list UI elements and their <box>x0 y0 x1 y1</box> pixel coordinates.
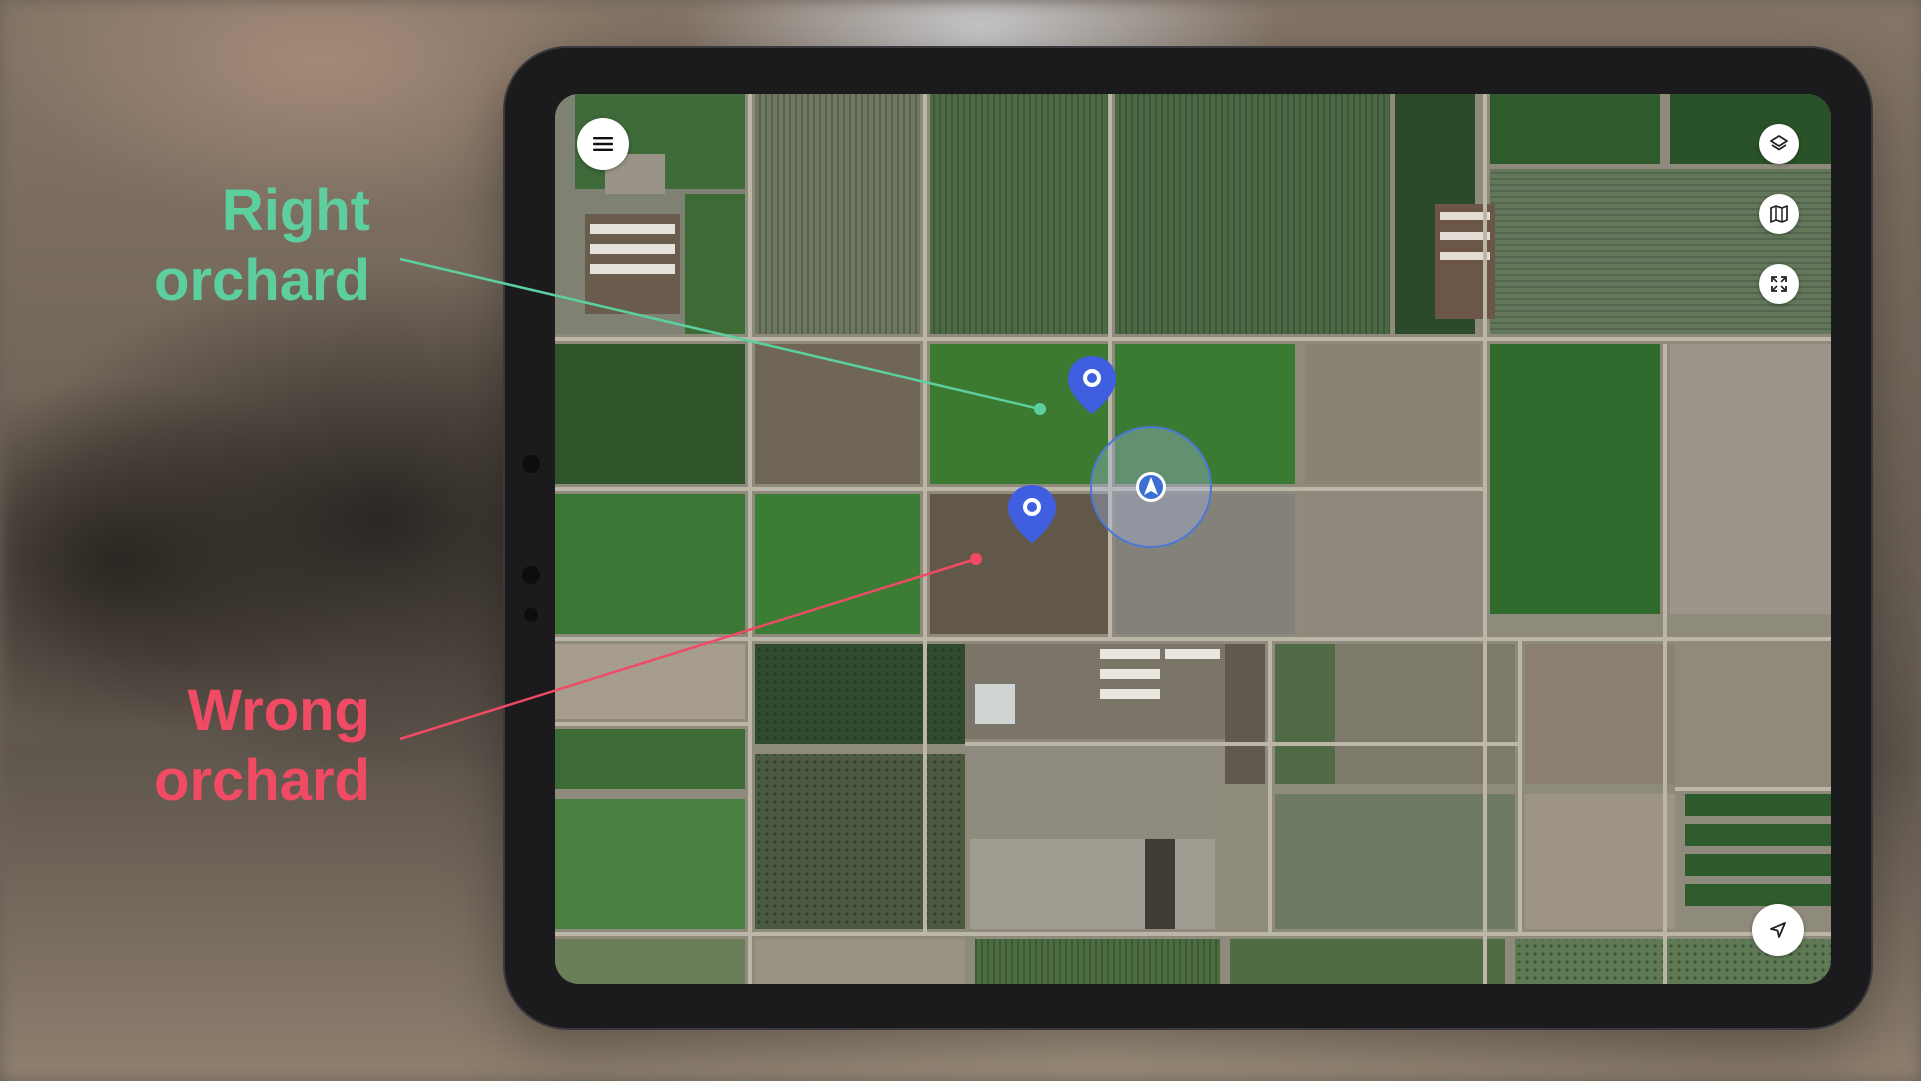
navigate-button[interactable] <box>1752 904 1804 956</box>
fullscreen-icon <box>1771 276 1787 292</box>
side-sensor <box>522 566 540 584</box>
right-orchard-line2: orchard <box>154 248 370 313</box>
map-view-button[interactable] <box>1759 194 1799 234</box>
map-icon <box>1770 205 1788 223</box>
tablet-device <box>505 48 1871 1028</box>
layers-button[interactable] <box>1759 124 1799 164</box>
side-sensor <box>524 608 538 622</box>
fullscreen-button[interactable] <box>1759 264 1799 304</box>
menu-icon <box>593 137 613 151</box>
navigate-icon <box>1770 922 1786 938</box>
side-sensor <box>522 455 540 473</box>
app-screen <box>555 94 1831 984</box>
right-orchard-line1: Right <box>221 178 370 243</box>
wrong-orchard-label: Wrong orchard <box>110 676 370 816</box>
right-orchard-label: Right orchard <box>110 176 370 316</box>
wrong-orchard-line2: orchard <box>154 748 370 813</box>
layers-icon <box>1770 135 1788 151</box>
wrong-orchard-line1: Wrong <box>187 678 370 743</box>
satellite-map[interactable] <box>555 94 1831 984</box>
menu-button[interactable] <box>577 118 629 170</box>
